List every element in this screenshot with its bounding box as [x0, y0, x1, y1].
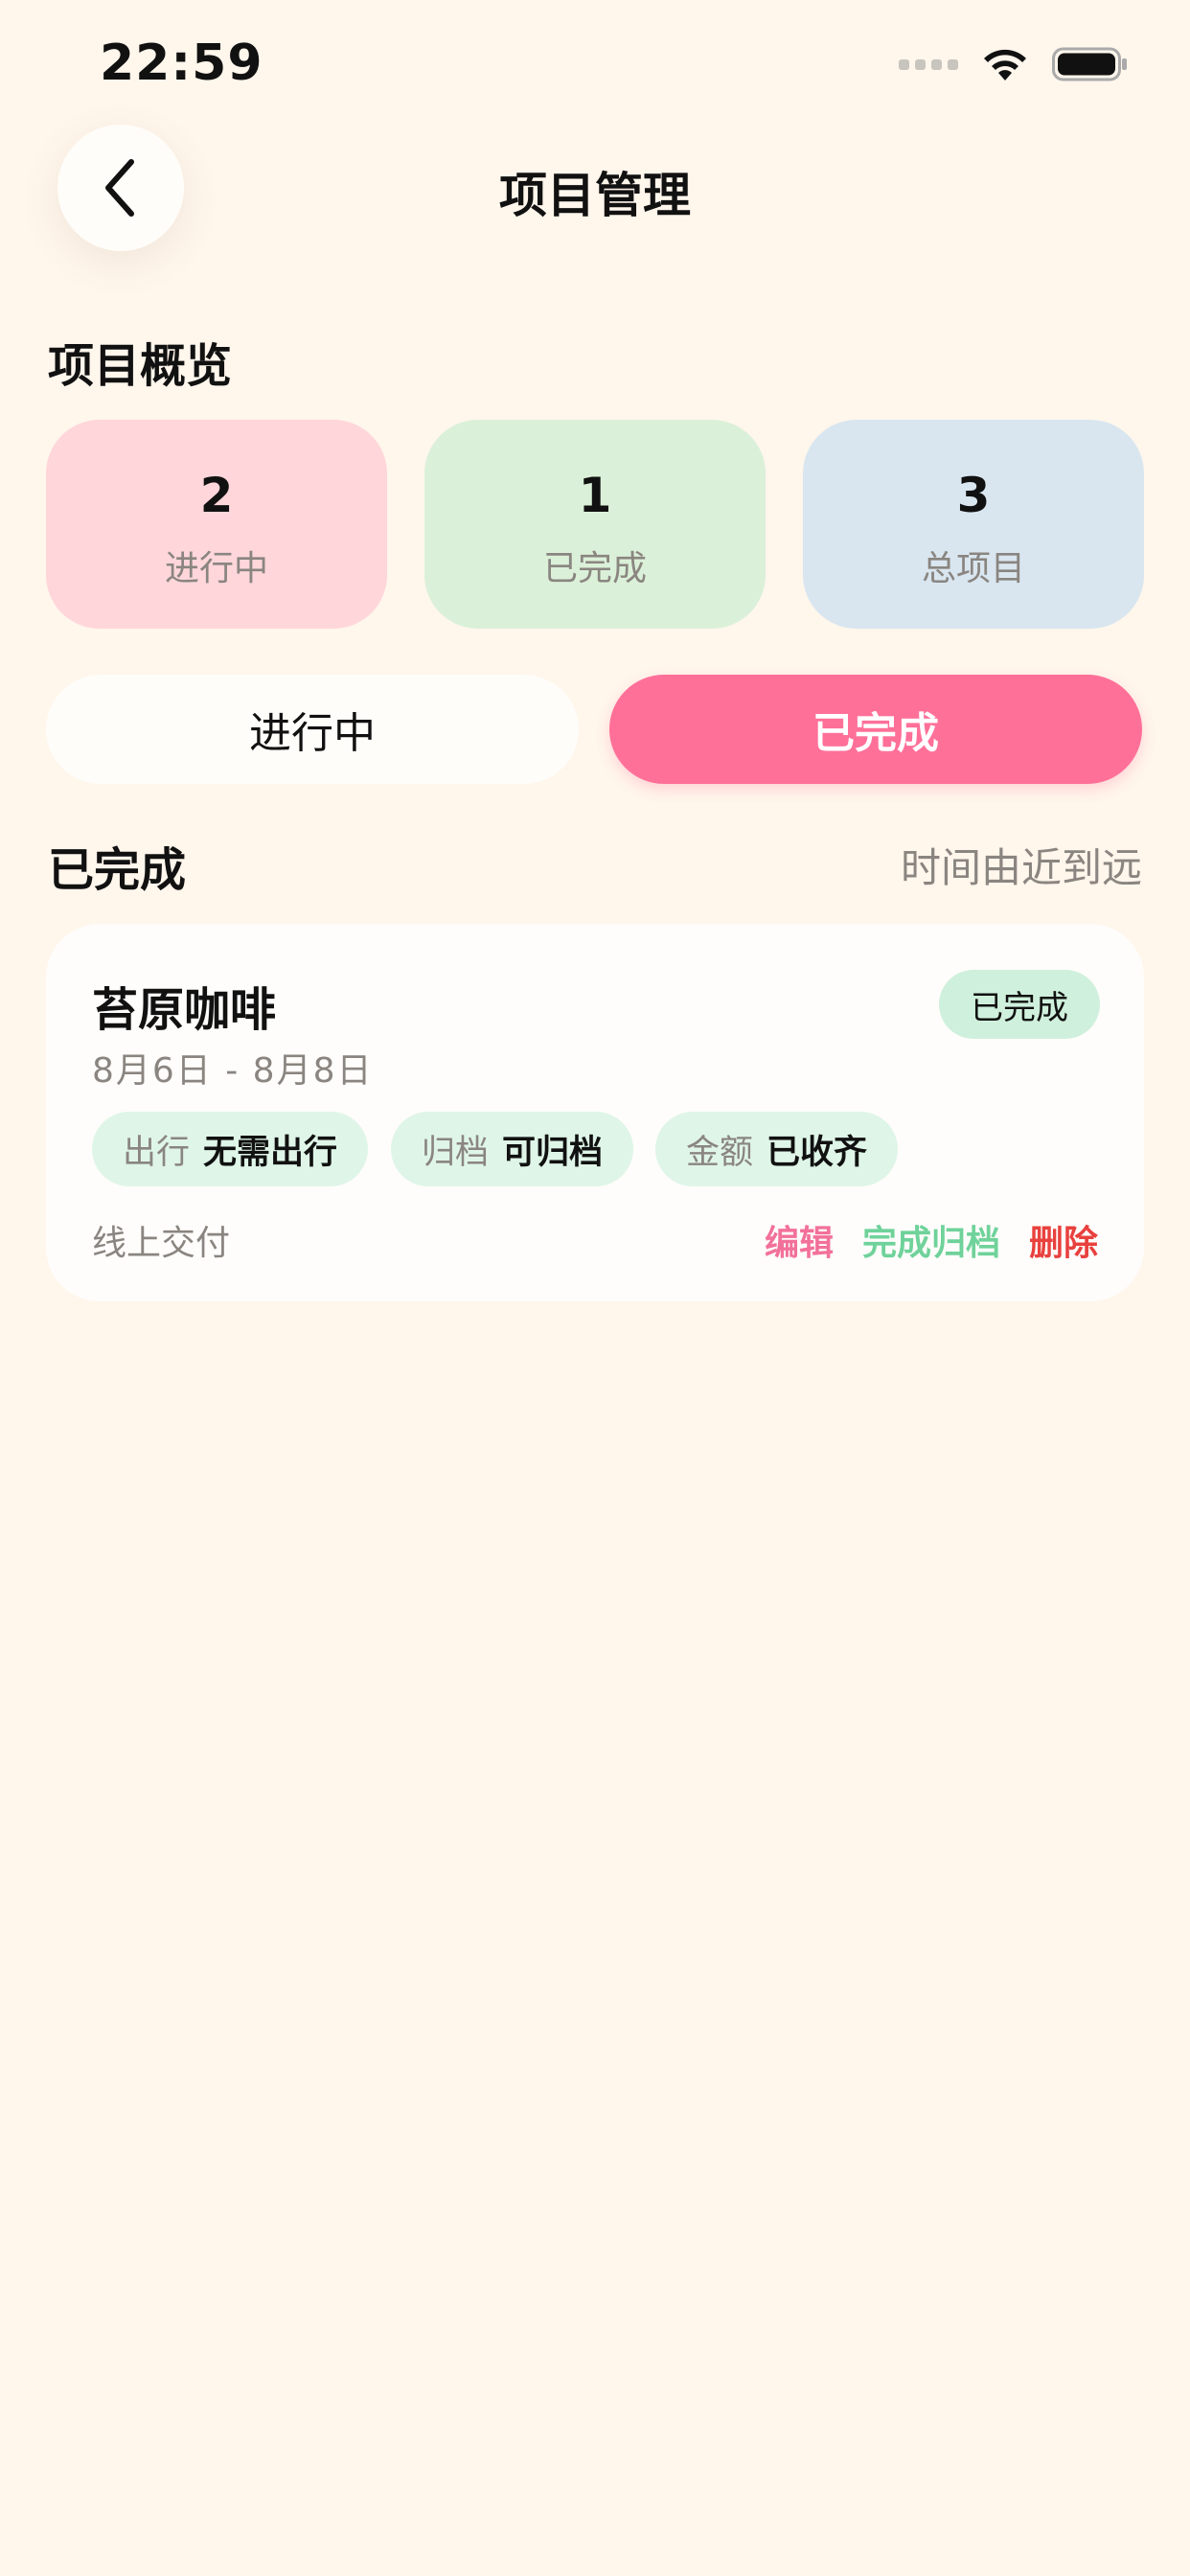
stat-label: 已完成	[542, 549, 647, 588]
stat-card-total: 3 总项目	[803, 420, 1144, 629]
stat-value: 1	[578, 468, 612, 523]
stat-label: 总项目	[921, 549, 1025, 588]
delivery-method: 线上交付	[92, 1224, 231, 1263]
header: 项目管理	[0, 125, 1190, 254]
stat-value: 2	[199, 468, 234, 523]
status-tabs: 进行中 已完成	[46, 675, 1144, 784]
stat-card-completed: 1 已完成	[424, 420, 766, 629]
project-name: 苔原咖啡	[92, 983, 277, 1037]
tag-archive: 归档 可归档	[391, 1112, 634, 1186]
edit-button[interactable]: 编辑	[765, 1215, 834, 1265]
section-title: 已完成	[48, 843, 187, 897]
tab-in-progress[interactable]: 进行中	[46, 675, 579, 784]
battery-icon	[1052, 47, 1127, 81]
tag-key: 金额	[686, 1133, 754, 1172]
status-icons	[899, 46, 1129, 82]
project-card[interactable]: 苔原咖啡 8月6日 - 8月8日 已完成 出行 无需出行 归档 可归档 金额 已…	[46, 924, 1144, 1301]
status-time: 22:59	[100, 34, 263, 92]
tag-key: 归档	[422, 1133, 490, 1172]
stat-card-in-progress: 2 进行中	[46, 420, 387, 629]
delete-button[interactable]: 删除	[1029, 1215, 1098, 1265]
tag-value: 可归档	[502, 1133, 604, 1172]
status-bar: 22:59	[0, 0, 1190, 125]
stat-label: 进行中	[164, 549, 268, 588]
tag-amount: 金额 已收齐	[655, 1112, 899, 1186]
stat-value: 3	[956, 468, 991, 523]
page-title: 项目管理	[499, 168, 691, 223]
signal-dots-icon	[899, 58, 958, 70]
tag-value: 已收齐	[767, 1133, 868, 1172]
status-badge: 已完成	[939, 970, 1100, 1039]
project-date-range: 8月6日 - 8月8日	[92, 1051, 374, 1091]
tag-key: 出行	[123, 1133, 191, 1172]
sort-toggle[interactable]: 时间由近到远	[901, 836, 1142, 894]
tab-completed[interactable]: 已完成	[609, 675, 1142, 784]
tag-value: 无需出行	[203, 1133, 338, 1172]
archive-button[interactable]: 完成归档	[862, 1215, 1000, 1265]
wifi-icon	[984, 49, 1026, 80]
overview-title: 项目概览	[48, 339, 233, 393]
tag-travel: 出行 无需出行	[92, 1112, 369, 1186]
